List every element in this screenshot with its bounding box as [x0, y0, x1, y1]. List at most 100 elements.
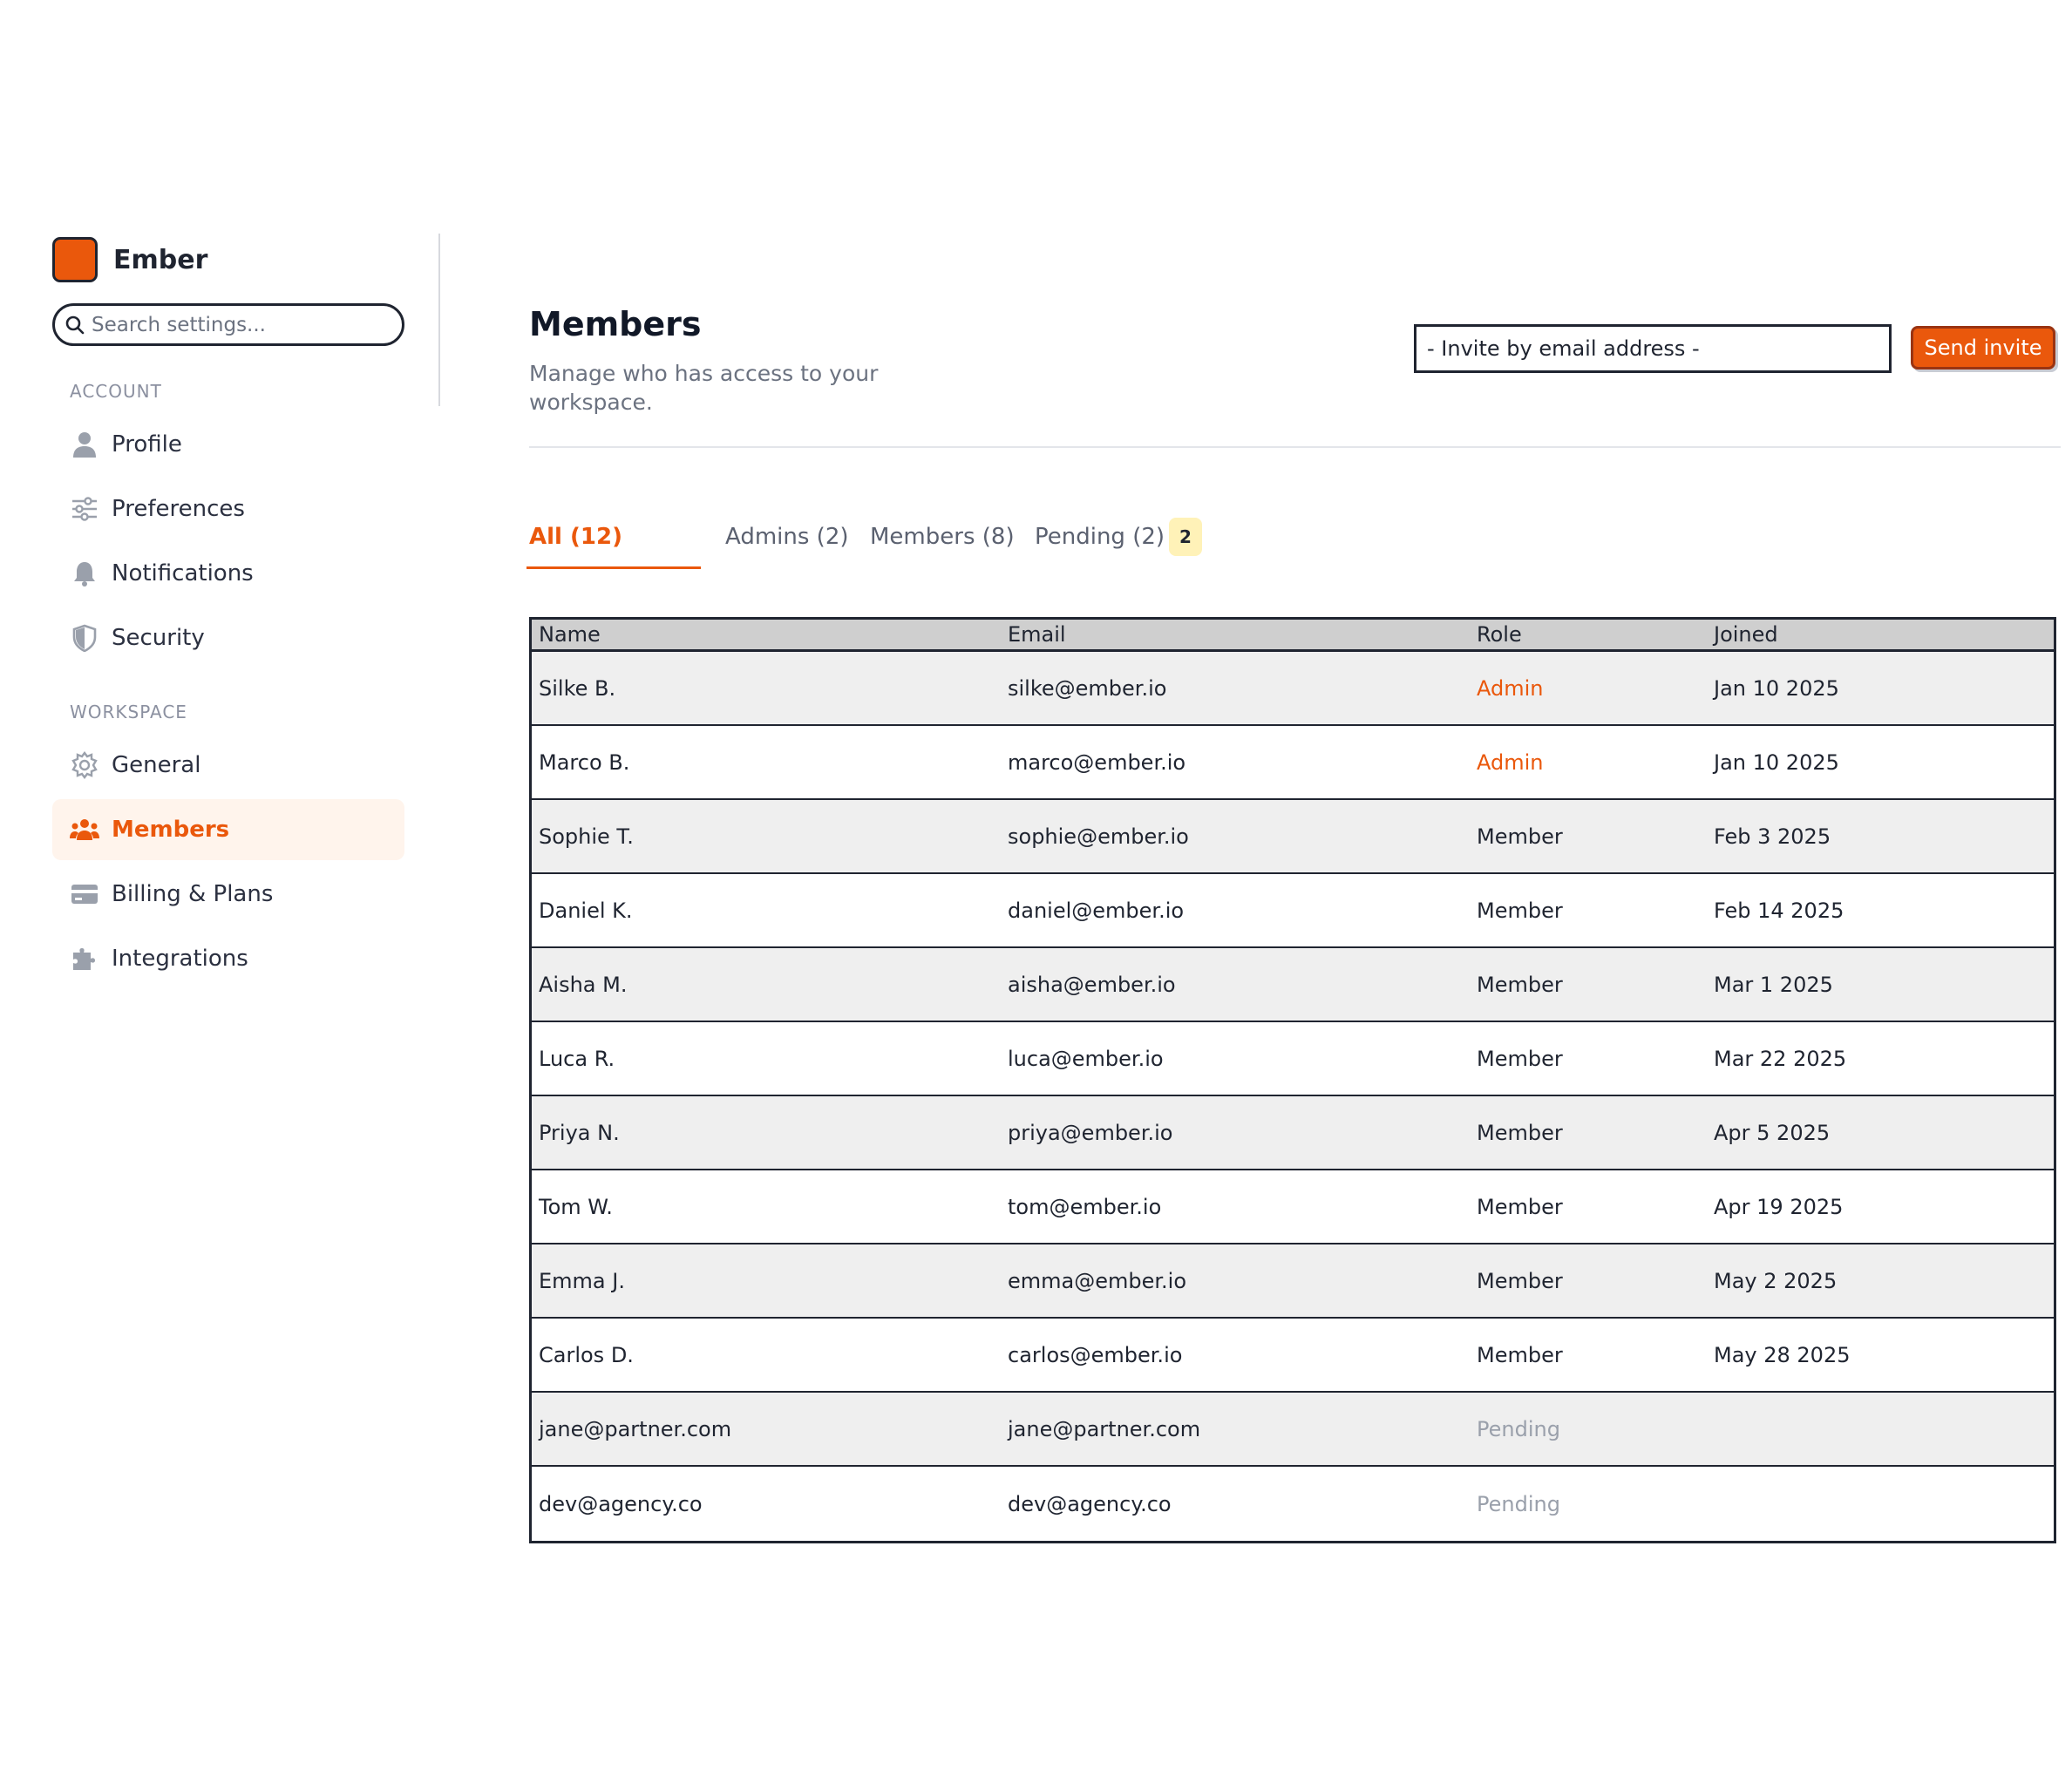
sidebar-item-billing[interactable]: Billing & Plans [52, 864, 404, 925]
nav-workspace: General Members Billing & Plans Integrat… [52, 735, 410, 989]
tab-pending[interactable]: Pending (2) [1035, 521, 1165, 573]
sidebar-item-label: Notifications [112, 560, 254, 587]
user-icon [70, 430, 99, 459]
column-header-email[interactable]: Email [1001, 622, 1470, 647]
member-role: Pending [1477, 1491, 1560, 1516]
search-icon [65, 315, 85, 334]
member-joined: Jan 10 2025 [1714, 675, 1839, 701]
settings-sidebar: Ember Search settings... ACCOUNT Profile… [52, 235, 410, 993]
table-row[interactable]: dev@agency.co dev@agency.co Pending [532, 1467, 2054, 1541]
sidebar-item-label: Security [112, 625, 205, 651]
table-row[interactable]: jane@partner.com jane@partner.com Pendin… [532, 1393, 2054, 1467]
member-name: Daniel K. [539, 898, 633, 923]
page-subtitle: Manage who has access to your workspace. [529, 361, 879, 415]
member-joined: Feb 14 2025 [1714, 898, 1844, 923]
sidebar-item-profile[interactable]: Profile [52, 414, 404, 475]
sidebar-item-security[interactable]: Security [52, 607, 404, 668]
members-page: Members Manage who has access to your wo… [526, 305, 2061, 1543]
member-filter-tabs: All (12) Admins (2) Members (8) Pending … [526, 518, 1314, 573]
tab-members[interactable]: Members (8) [870, 521, 1015, 573]
puzzle-icon [70, 944, 99, 973]
member-email: jane@partner.com [1008, 1416, 1201, 1441]
member-role: Member [1477, 898, 1563, 923]
sidebar-item-label: General [112, 752, 201, 778]
column-header-name[interactable]: Name [532, 622, 1001, 647]
member-name: Priya N. [539, 1120, 620, 1145]
member-joined: Apr 5 2025 [1714, 1120, 1831, 1145]
tab-all[interactable]: All (12) [526, 521, 701, 573]
member-email: daniel@ember.io [1008, 898, 1185, 923]
sidebar-item-members[interactable]: Members [52, 799, 404, 860]
invite-email-input[interactable]: - Invite by email address - [1414, 324, 1892, 373]
brand-logo [52, 237, 98, 282]
member-name: Carlos D. [539, 1342, 634, 1367]
member-email: emma@ember.io [1008, 1268, 1187, 1293]
member-name: jane@partner.com [539, 1416, 732, 1441]
sidebar-item-notifications[interactable]: Notifications [52, 543, 404, 604]
send-invite-button[interactable]: Send invite [1911, 326, 2055, 370]
gear-icon [70, 750, 99, 780]
search-input[interactable]: Search settings... [52, 303, 404, 346]
member-role: Admin [1477, 749, 1544, 775]
tab-label: Pending (2) [1035, 524, 1165, 550]
member-email: luca@ember.io [1008, 1046, 1164, 1071]
table-row[interactable]: Silke B. silke@ember.io Admin Jan 10 202… [532, 652, 2054, 726]
active-tab-indicator [526, 566, 701, 569]
users-icon [70, 815, 99, 844]
pending-count-badge: 2 [1169, 518, 1202, 556]
table-row[interactable]: Aisha M. aisha@ember.io Member Mar 1 202… [532, 948, 2054, 1022]
sidebar-item-label: Profile [112, 431, 182, 458]
shield-icon [70, 623, 99, 653]
member-joined: Apr 19 2025 [1714, 1194, 1844, 1219]
table-row[interactable]: Carlos D. carlos@ember.io Member May 28 … [532, 1319, 2054, 1393]
sidebar-item-label: Members [112, 817, 230, 843]
table-row[interactable]: Tom W. tom@ember.io Member Apr 19 2025 [532, 1170, 2054, 1244]
member-email: tom@ember.io [1008, 1194, 1162, 1219]
member-email: carlos@ember.io [1008, 1342, 1183, 1367]
sidebar-item-general[interactable]: General [52, 735, 404, 796]
table-row[interactable]: Marco B. marco@ember.io Admin Jan 10 202… [532, 726, 2054, 800]
member-email: priya@ember.io [1008, 1120, 1173, 1145]
member-role: Member [1477, 1194, 1563, 1219]
table-row[interactable]: Emma J. emma@ember.io Member May 2 2025 [532, 1244, 2054, 1319]
member-role: Member [1477, 824, 1563, 849]
member-name: Luca R. [539, 1046, 615, 1071]
member-joined: Mar 22 2025 [1714, 1046, 1847, 1071]
member-role: Member [1477, 1268, 1563, 1293]
member-role: Pending [1477, 1416, 1560, 1441]
column-header-role[interactable]: Role [1470, 622, 1707, 647]
sidebar-item-integrations[interactable]: Integrations [52, 928, 404, 989]
member-role: Member [1477, 1046, 1563, 1071]
section-label-workspace: WORKSPACE [70, 702, 187, 722]
table-row[interactable]: Priya N. priya@ember.io Member Apr 5 202… [532, 1096, 2054, 1170]
member-email: dev@agency.co [1008, 1491, 1172, 1516]
credit-card-icon [70, 879, 99, 909]
sliders-icon [70, 494, 99, 524]
bell-icon [70, 559, 99, 588]
member-joined: May 2 2025 [1714, 1268, 1838, 1293]
tab-admins[interactable]: Admins (2) [725, 521, 849, 573]
member-name: Aisha M. [539, 972, 628, 997]
member-name: Marco B. [539, 749, 630, 775]
member-name: Sophie T. [539, 824, 634, 849]
member-joined: Jan 10 2025 [1714, 749, 1839, 775]
table-header: Name Email Role Joined [532, 620, 2054, 652]
table-body: Silke B. silke@ember.io Admin Jan 10 202… [532, 652, 2054, 1541]
member-email: silke@ember.io [1008, 675, 1167, 701]
member-joined: May 28 2025 [1714, 1342, 1851, 1367]
sidebar-item-preferences[interactable]: Preferences [52, 478, 404, 539]
nav-account: Profile Preferences Notifications Securi… [52, 414, 410, 668]
member-role: Member [1477, 972, 1563, 997]
member-email: sophie@ember.io [1008, 824, 1189, 849]
sidebar-item-label: Preferences [112, 496, 245, 522]
header-divider [529, 446, 2061, 448]
member-name: Tom W. [539, 1194, 613, 1219]
members-table: Name Email Role Joined Silke B. silke@em… [529, 617, 2056, 1543]
table-row[interactable]: Sophie T. sophie@ember.io Member Feb 3 2… [532, 800, 2054, 874]
member-role: Admin [1477, 675, 1544, 701]
table-row[interactable]: Daniel K. daniel@ember.io Member Feb 14 … [532, 874, 2054, 948]
member-role: Member [1477, 1120, 1563, 1145]
table-row[interactable]: Luca R. luca@ember.io Member Mar 22 2025 [532, 1022, 2054, 1096]
column-header-joined[interactable]: Joined [1707, 622, 2054, 647]
member-name: Emma J. [539, 1268, 625, 1293]
